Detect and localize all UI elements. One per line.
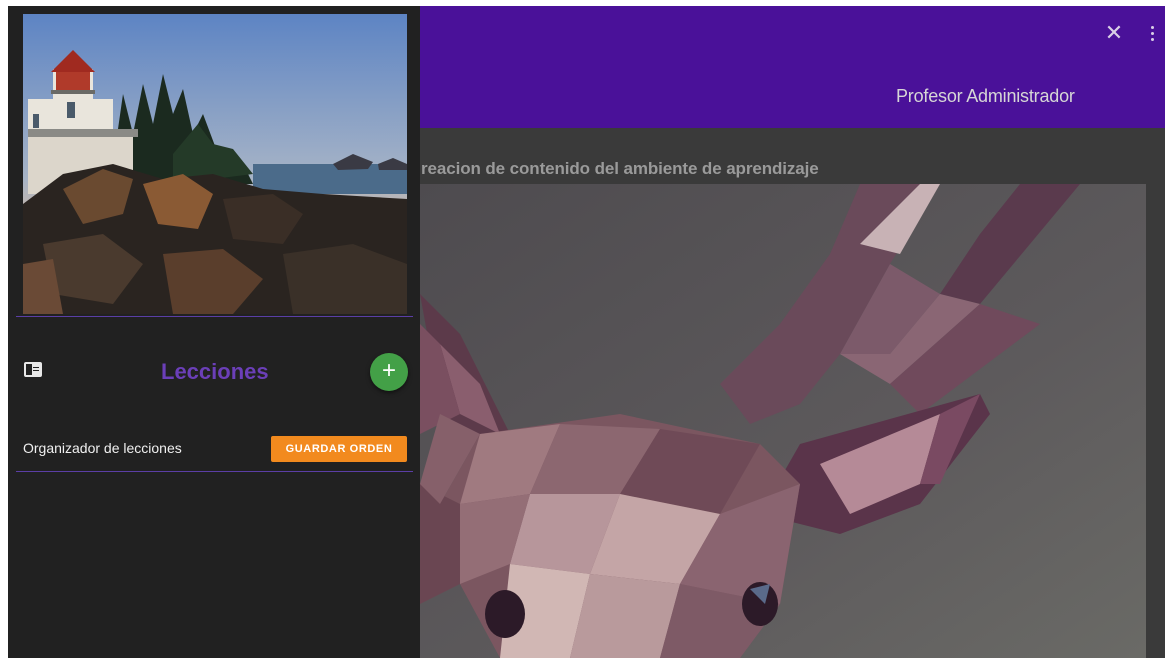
cover-image — [23, 14, 407, 314]
save-order-button[interactable]: GUARDAR ORDEN — [271, 436, 407, 462]
page-heading: reacion de contenido del ambiente de apr… — [421, 159, 819, 178]
add-lesson-button[interactable]: + — [370, 353, 408, 391]
panel-icon[interactable] — [24, 362, 42, 377]
divider — [16, 471, 413, 472]
section-title: Lecciones — [161, 359, 269, 384]
divider — [16, 316, 413, 317]
user-name: Profesor Administrador — [896, 86, 1075, 106]
organizer-label: Organizador de lecciones — [23, 440, 182, 456]
more-vertical-icon[interactable] — [1145, 22, 1159, 44]
side-drawer: Lecciones + Organizador de lecciones GUA… — [8, 6, 420, 658]
close-icon[interactable]: ✕ — [1103, 22, 1125, 44]
hero-image — [420, 184, 1146, 658]
